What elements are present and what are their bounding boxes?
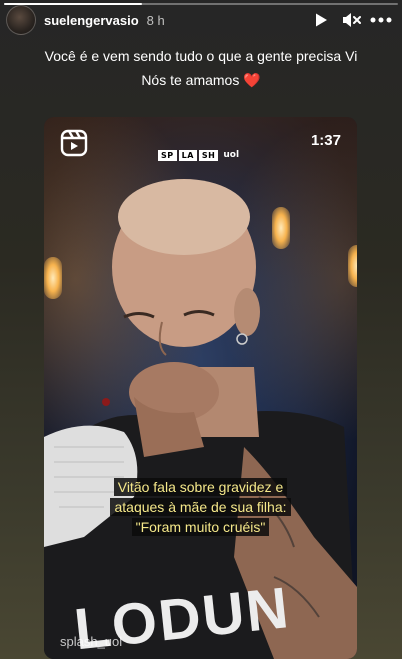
reels-icon	[60, 129, 88, 157]
reel-video-frame: LODUN	[44, 179, 357, 659]
account-watermark: splash_uol	[60, 634, 123, 649]
story-header: suelengervasio 8 h	[6, 5, 396, 35]
shared-reel-card[interactable]: LODUN 1:37 SP LA SH uol Vitão fala sobre…	[44, 117, 357, 659]
mute-button[interactable]	[336, 6, 366, 34]
mute-icon	[343, 13, 361, 27]
logo-letters-3: SH	[198, 149, 219, 161]
play-button[interactable]	[306, 6, 336, 34]
caption-text: Nós te amamos	[141, 72, 240, 88]
logo-letters-1: SP	[158, 149, 177, 161]
logo-suffix: uol	[223, 150, 240, 160]
story-progress-bar	[4, 3, 398, 5]
subtitle-line-1: Vitão fala sobre gravidez e	[113, 478, 288, 496]
video-subtitle: Vitão fala sobre gravidez e ataques à mã…	[44, 477, 357, 537]
more-options-button[interactable]	[366, 6, 396, 34]
play-icon	[316, 13, 327, 27]
username[interactable]: suelengervasio	[44, 13, 139, 28]
time-ago: 8 h	[146, 12, 165, 28]
heart-icon: ❤️	[243, 72, 261, 88]
more-icon	[370, 17, 392, 23]
video-duration: 1:37	[310, 132, 341, 149]
caption-line-2: Nós te amamos ❤️	[0, 68, 402, 92]
logo-letters-2: LA	[178, 149, 197, 161]
avatar[interactable]	[6, 5, 36, 35]
story-caption: Você é e vem sendo tudo o que a gente pr…	[0, 44, 402, 92]
subtitle-line-3: "Foram muito cruéis"	[131, 518, 270, 536]
caption-line-1: Você é e vem sendo tudo o que a gente pr…	[44, 48, 358, 64]
subtitle-line-2: ataques à mãe de sua filha:	[110, 498, 291, 516]
splash-uol-logo: SP LA SH uol	[158, 148, 239, 162]
